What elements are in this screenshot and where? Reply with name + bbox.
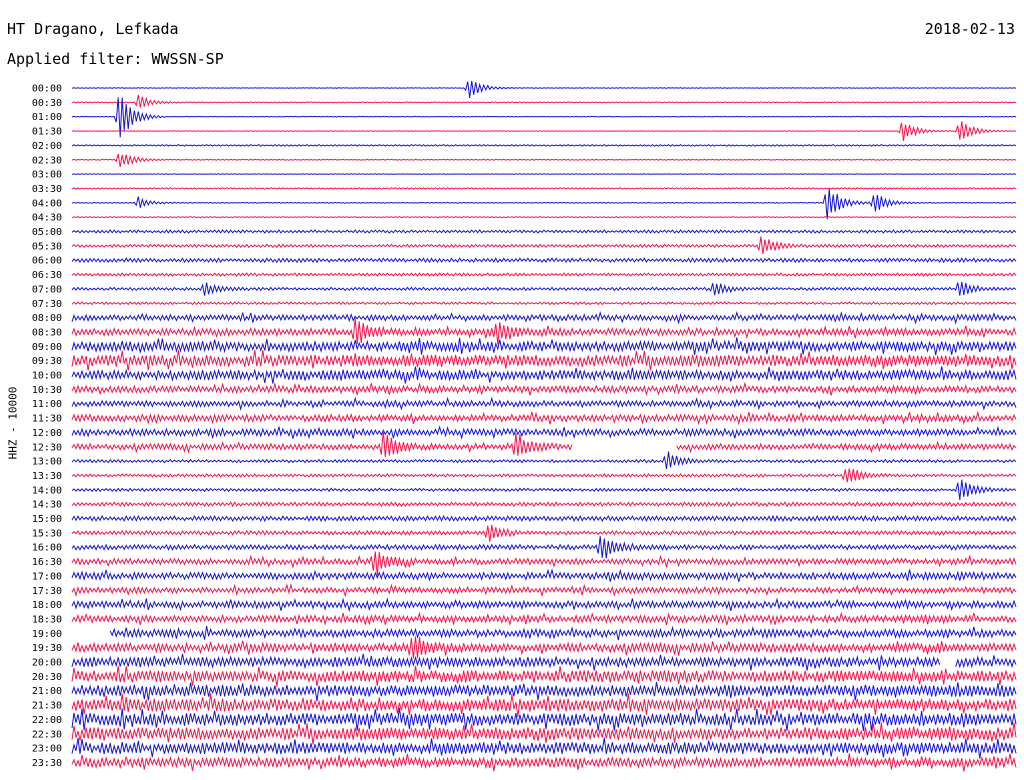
row-time-label: 01:30 bbox=[32, 127, 62, 138]
row-time-label: 22:30 bbox=[32, 729, 62, 740]
seismic-trace-row bbox=[71, 381, 1017, 397]
row-time-label: 19:30 bbox=[32, 643, 62, 654]
seismic-trace-row bbox=[71, 143, 1017, 147]
row-time-label: 04:30 bbox=[32, 213, 62, 224]
row-time-label: 01:00 bbox=[32, 112, 62, 123]
seismic-trace-row bbox=[71, 188, 1017, 220]
seismic-trace-row bbox=[71, 451, 1017, 470]
row-time-label: 20:00 bbox=[32, 658, 62, 669]
seismic-trace-row bbox=[71, 173, 1017, 175]
seismic-trace-row bbox=[71, 216, 1017, 219]
row-time-label: 20:30 bbox=[32, 672, 62, 683]
row-time-label: 16:00 bbox=[32, 543, 62, 554]
row-time-label: 05:00 bbox=[32, 227, 62, 238]
seismic-trace-row bbox=[71, 236, 1017, 254]
row-time-label: 02:00 bbox=[32, 141, 62, 152]
row-time-label: 13:30 bbox=[32, 471, 62, 482]
row-time-label: 22:00 bbox=[32, 715, 62, 726]
seismic-trace-row bbox=[71, 281, 1017, 296]
seismic-trace-row bbox=[71, 693, 1017, 717]
seismic-trace-row bbox=[71, 410, 1017, 426]
row-time-label: 19:00 bbox=[32, 629, 62, 640]
row-time-label: 06:00 bbox=[32, 256, 62, 267]
seismic-trace-row bbox=[71, 501, 1017, 508]
seismic-trace-row bbox=[71, 636, 1017, 659]
row-time-label: 07:30 bbox=[32, 299, 62, 310]
seismic-trace-row bbox=[71, 121, 1017, 142]
helicorder-plot: 00:00 00:30 01:00 01:30 02:00 02:30 03:00 03:30… bbox=[32, 80, 1017, 772]
seismic-trace-row bbox=[71, 753, 1017, 772]
row-time-label: 06:30 bbox=[32, 270, 62, 281]
row-time-label: 05:30 bbox=[32, 241, 62, 252]
seismic-trace-row bbox=[71, 568, 1017, 582]
row-time-label: 21:00 bbox=[32, 686, 62, 697]
row-time-label: 17:00 bbox=[32, 571, 62, 582]
seismic-trace-row bbox=[71, 536, 1017, 559]
seismic-trace-row bbox=[71, 682, 1017, 702]
seismic-trace-row bbox=[71, 153, 1017, 168]
row-time-label: 10:30 bbox=[32, 385, 62, 396]
row-time-label: 23:00 bbox=[32, 744, 62, 755]
seismic-trace-row bbox=[71, 722, 1017, 745]
row-time-label: 15:30 bbox=[32, 528, 62, 539]
row-time-label: 21:30 bbox=[32, 701, 62, 712]
seismic-trace-row bbox=[71, 229, 1017, 234]
row-time-label: 08:00 bbox=[32, 313, 62, 324]
seismic-trace-row bbox=[955, 655, 1017, 669]
row-time-label: 12:30 bbox=[32, 442, 62, 453]
row-time-label: 14:00 bbox=[32, 485, 62, 496]
row-time-label: 15:00 bbox=[32, 514, 62, 525]
row-time-label: 16:30 bbox=[32, 557, 62, 568]
row-time-label: 11:30 bbox=[32, 414, 62, 425]
seismic-trace-row bbox=[71, 653, 941, 671]
seismic-trace-row bbox=[71, 430, 573, 458]
seismic-trace-row bbox=[676, 440, 1017, 454]
seismic-trace-row bbox=[71, 665, 1017, 687]
seismic-trace-row bbox=[71, 350, 1017, 371]
seismic-trace-row bbox=[71, 94, 1017, 108]
seismic-trace-row bbox=[71, 272, 1017, 277]
seismic-trace-row bbox=[71, 611, 1017, 627]
seismic-trace-row bbox=[71, 425, 1017, 440]
row-time-label: 09:30 bbox=[32, 356, 62, 367]
seismic-trace-row bbox=[71, 317, 1017, 345]
seismic-trace-row bbox=[71, 514, 1017, 523]
row-time-label: 14:30 bbox=[32, 500, 62, 511]
row-time-label: 08:30 bbox=[32, 327, 62, 338]
seismic-trace-row bbox=[71, 524, 1017, 542]
seismic-trace-row bbox=[71, 366, 1017, 384]
seismic-trace-row bbox=[71, 737, 1017, 759]
row-time-label: 03:30 bbox=[32, 184, 62, 195]
seismic-trace-row bbox=[71, 311, 1017, 325]
row-time-label: 00:30 bbox=[32, 98, 62, 109]
seismic-trace-row bbox=[71, 582, 1017, 598]
seismic-trace-row bbox=[71, 597, 1017, 613]
row-time-label: 00:00 bbox=[32, 84, 62, 95]
row-time-label: 10:00 bbox=[32, 371, 62, 382]
row-time-label: 18:00 bbox=[32, 600, 62, 611]
seismic-trace-row bbox=[109, 625, 1017, 641]
seismic-trace-row bbox=[71, 337, 1017, 356]
row-time-label: 18:30 bbox=[32, 614, 62, 625]
row-time-label: 23:30 bbox=[32, 758, 62, 769]
row-time-label: 02:30 bbox=[32, 155, 62, 166]
row-time-label: 03:00 bbox=[32, 170, 62, 181]
row-time-label: 11:00 bbox=[32, 399, 62, 410]
row-time-label: 04:00 bbox=[32, 198, 62, 209]
row-time-label: 12:00 bbox=[32, 428, 62, 439]
seismic-trace-row bbox=[71, 468, 1017, 483]
row-time-label: 17:30 bbox=[32, 586, 62, 597]
seismic-trace-row bbox=[71, 80, 1017, 99]
seismic-trace-row bbox=[71, 187, 1017, 190]
seismic-trace-row bbox=[71, 301, 1017, 306]
seismic-trace-row bbox=[71, 396, 1017, 412]
row-time-label: 09:00 bbox=[32, 342, 62, 353]
row-time-label: 13:00 bbox=[32, 457, 62, 468]
seismic-trace-row bbox=[71, 257, 1017, 264]
seismic-trace-row bbox=[71, 551, 1017, 576]
seismic-trace-row bbox=[71, 479, 1017, 500]
row-time-label: 07:00 bbox=[32, 284, 62, 295]
